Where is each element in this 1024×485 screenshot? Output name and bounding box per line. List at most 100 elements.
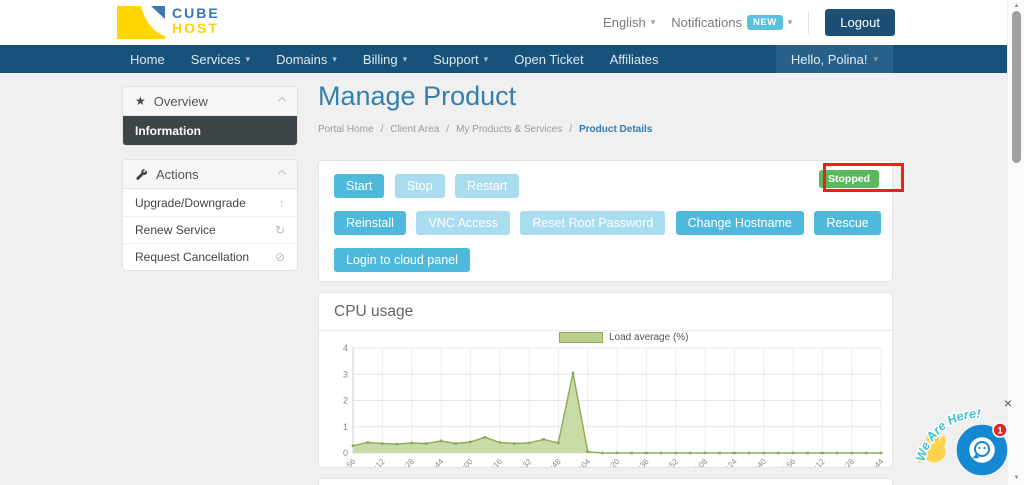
nav-item-billing[interactable]: Billing▾ (350, 45, 420, 73)
svg-text:10:21:56: 10:21:56 (337, 457, 358, 468)
vnc-access-button[interactable]: VNC Access (416, 211, 509, 235)
main-navbar: Home Services▾ Domains▾ Billing▾ Support… (0, 45, 1007, 73)
user-greeting: Hello, Polina! (791, 52, 868, 67)
chat-widget[interactable]: We Are Here! 1 × (916, 392, 1020, 484)
login-cloud-panel-button[interactable]: Login to cloud panel (334, 248, 470, 272)
svg-text:10:26:12: 10:26:12 (798, 457, 827, 468)
power-buttons-row: Start Stop Restart (334, 174, 877, 198)
caret-down-icon: ▾ (873, 54, 878, 65)
nav-item-domains[interactable]: Domains▾ (263, 45, 350, 73)
star-icon: ★ (135, 94, 146, 108)
breadcrumb-separator: / (446, 124, 449, 135)
svg-text:10:23:48: 10:23:48 (534, 457, 563, 468)
sidebar-item-upgrade-downgrade[interactable]: Upgrade/Downgrade ↑ (123, 189, 297, 216)
svg-text:10:22:28: 10:22:28 (388, 457, 417, 468)
svg-text:10:22:44: 10:22:44 (417, 457, 446, 468)
caret-down-icon: ▾ (788, 17, 793, 28)
logout-button[interactable]: Logout (825, 9, 895, 36)
breadcrumb-separator: / (569, 124, 572, 135)
notifications-label: Notifications (671, 15, 742, 30)
svg-text:10:25:56: 10:25:56 (769, 457, 798, 468)
up-arrow-icon: ↑ (279, 196, 285, 210)
top-header: CUBE HOST English ▾ Notifications NEW ▾ … (0, 0, 1007, 45)
svg-text:10:26:44: 10:26:44 (857, 457, 886, 468)
restart-button[interactable]: Restart (455, 174, 519, 198)
svg-text:10:23:00: 10:23:00 (446, 457, 475, 468)
close-icon[interactable]: × (1004, 396, 1012, 410)
nav-item-affiliates[interactable]: Affiliates (597, 45, 672, 73)
scroll-up-icon[interactable]: ▲ (1008, 3, 1024, 9)
svg-text:10:25:08: 10:25:08 (681, 457, 710, 468)
cubehost-logo-icon[interactable] (117, 6, 167, 39)
reinstall-button[interactable]: Reinstall (334, 211, 406, 235)
svg-text:10:23:32: 10:23:32 (505, 457, 534, 468)
breadcrumb-product-details[interactable]: Product Details (579, 124, 652, 135)
svg-text:4: 4 (343, 343, 348, 353)
svg-text:10:25:40: 10:25:40 (740, 457, 769, 468)
content-area: ★ Overview Information Actions Upgrade/D… (0, 73, 1007, 485)
cpu-usage-panel: CPU usage Load average (%) 0123410:21:56… (318, 292, 893, 468)
breadcrumb-separator: / (381, 124, 384, 135)
product-controls-panel: Start Stop Restart Reinstall VNC Access … (318, 160, 893, 282)
caret-down-icon: ▾ (332, 54, 337, 65)
nav-item-open-ticket[interactable]: Open Ticket (501, 45, 596, 73)
page: CUBE HOST English ▾ Notifications NEW ▾ … (0, 0, 1024, 485)
sidebar-item-renew-service[interactable]: Renew Service ↻ (123, 216, 297, 243)
brand-line2: HOST (172, 21, 220, 36)
scrollbar-thumb[interactable] (1012, 11, 1021, 163)
actions-panel-header[interactable]: Actions (123, 160, 297, 189)
stop-button[interactable]: Stop (395, 174, 445, 198)
nav-item-services[interactable]: Services▾ (178, 45, 263, 73)
management-buttons-row: Reinstall VNC Access Reset Root Password… (334, 211, 877, 235)
nav-item-support[interactable]: Support▾ (420, 45, 501, 73)
refresh-icon: ↻ (275, 223, 285, 237)
header-divider (808, 12, 809, 34)
caret-down-icon: ▾ (246, 54, 251, 65)
nav-item-home[interactable]: Home (117, 45, 178, 73)
user-menu[interactable]: Hello, Polina! ▾ (776, 45, 893, 73)
caret-down-icon: ▾ (403, 54, 408, 65)
sidebar-item-information[interactable]: Information (123, 116, 297, 145)
svg-text:10:25:24: 10:25:24 (710, 457, 739, 468)
brand-line1: CUBE (172, 6, 220, 21)
breadcrumb-client-area[interactable]: Client Area (390, 124, 439, 135)
breadcrumb: Portal Home / Client Area / My Products … (318, 124, 652, 135)
svg-text:10:23:16: 10:23:16 (476, 457, 505, 468)
svg-text:0: 0 (343, 448, 348, 458)
overview-title: Overview (154, 94, 208, 109)
next-panel-edge (318, 478, 893, 485)
svg-text:1: 1 (997, 426, 1002, 436)
svg-text:10:24:04: 10:24:04 (564, 457, 593, 468)
wrench-icon (135, 168, 148, 181)
sidebar-item-request-cancellation[interactable]: Request Cancellation ⊘ (123, 243, 297, 270)
svg-text:1: 1 (343, 422, 348, 432)
change-hostname-button[interactable]: Change Hostname (676, 211, 804, 235)
rescue-button[interactable]: Rescue (814, 211, 880, 235)
actions-panel: Actions Upgrade/Downgrade ↑ Renew Servic… (122, 159, 298, 271)
breadcrumb-my-products[interactable]: My Products & Services (456, 124, 562, 135)
svg-text:10:22:12: 10:22:12 (358, 457, 387, 468)
language-label: English (603, 15, 646, 30)
language-menu[interactable]: English ▾ (603, 15, 655, 30)
reset-root-password-button[interactable]: Reset Root Password (520, 211, 665, 235)
overview-panel: ★ Overview Information (122, 86, 298, 146)
start-button[interactable]: Start (334, 174, 384, 198)
ban-icon: ⊘ (275, 250, 285, 264)
annotation-rectangle (823, 163, 904, 192)
notifications-menu[interactable]: Notifications NEW ▾ (671, 15, 792, 30)
actions-title: Actions (156, 167, 199, 182)
chevron-up-icon (278, 97, 286, 105)
svg-text:10:26:28: 10:26:28 (828, 457, 857, 468)
brand-name[interactable]: CUBE HOST (172, 6, 220, 36)
caret-down-icon: ▾ (651, 17, 656, 28)
chat-bubble-icon[interactable] (963, 431, 1001, 469)
cpu-usage-title: CPU usage (319, 293, 892, 331)
breadcrumb-portal-home[interactable]: Portal Home (318, 124, 374, 135)
svg-text:10:24:20: 10:24:20 (593, 457, 622, 468)
caret-down-icon: ▾ (484, 54, 489, 65)
overview-panel-header[interactable]: ★ Overview (123, 87, 297, 116)
svg-text:10:24:52: 10:24:52 (652, 457, 681, 468)
svg-text:10:24:36: 10:24:36 (622, 457, 651, 468)
chat-notification-badge: 1 (993, 423, 1007, 437)
svg-text:3: 3 (343, 369, 348, 379)
